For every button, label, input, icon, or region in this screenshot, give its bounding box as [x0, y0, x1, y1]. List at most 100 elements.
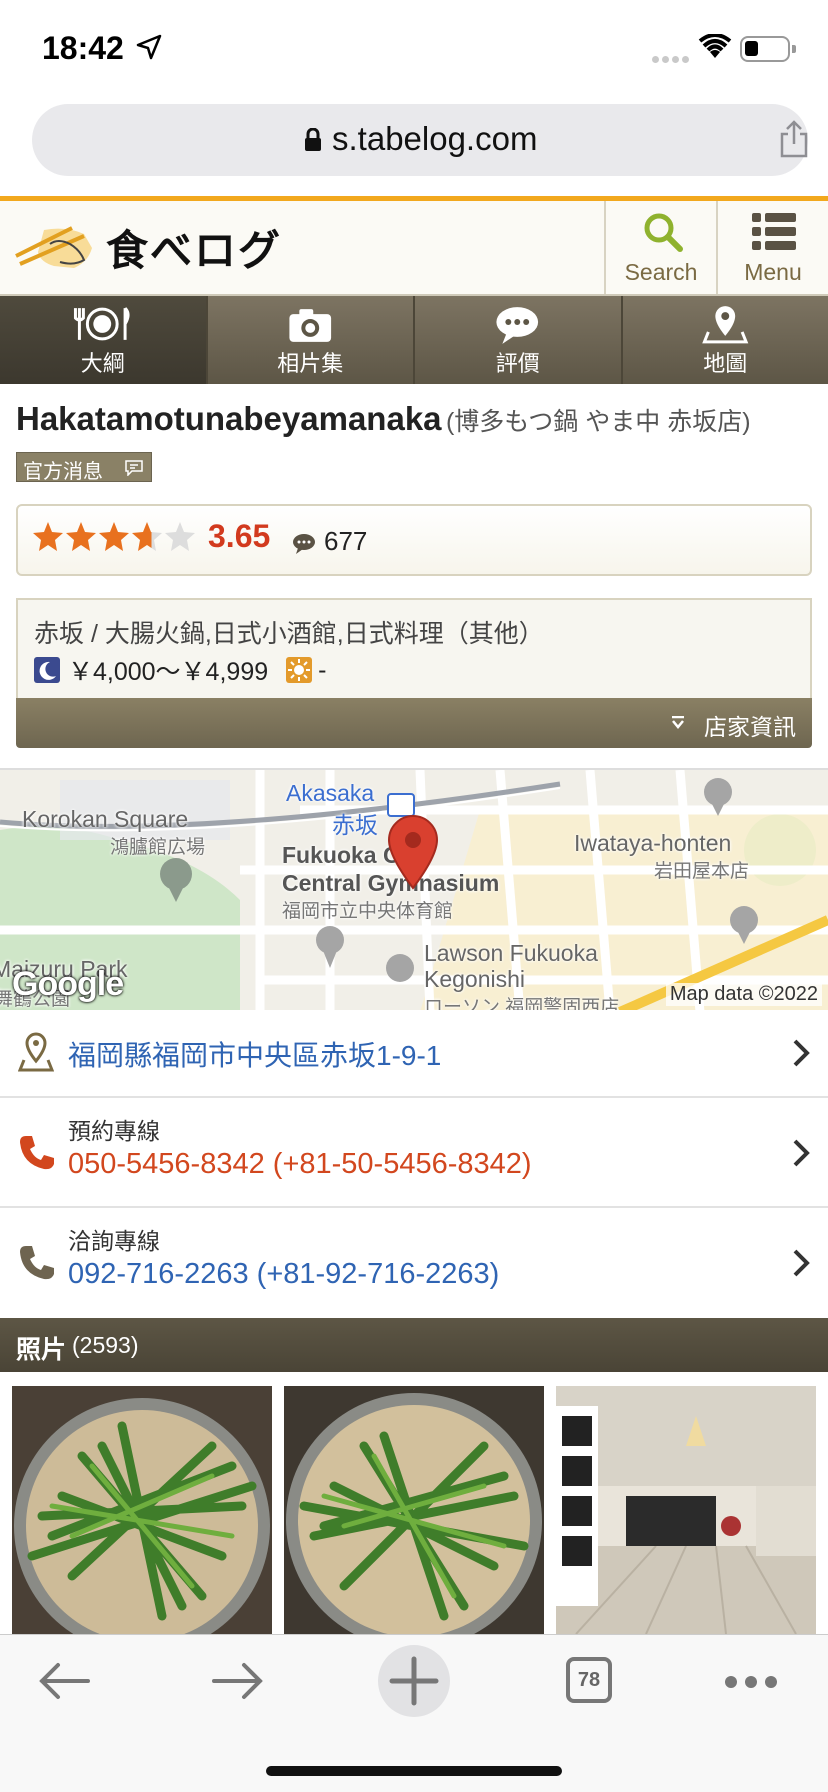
photo-strip — [0, 1372, 828, 1634]
map-label-lawson: Lawson Fukuoka — [424, 940, 598, 966]
review-count: 677 — [324, 526, 368, 556]
map-label-lawson-2: Kegonishi — [424, 966, 526, 992]
map-label-lawson-ja: ローソン 福岡警固西店 — [424, 997, 620, 1010]
reservation-number: 050-5456-8342 (+81-50-5456-8342) — [68, 1148, 532, 1180]
lock-icon — [304, 127, 322, 157]
phone-icon — [20, 1136, 54, 1170]
home-indicator — [266, 1766, 562, 1776]
battery-icon — [740, 36, 796, 62]
menu-list-icon — [752, 213, 796, 250]
budget-row: ￥4,000～￥4,999 - — [34, 652, 326, 688]
restaurant-map-marker-icon — [387, 814, 439, 890]
wifi-icon — [698, 33, 732, 65]
address-row[interactable]: 福岡縣福岡市中央區赤坂1-9-1 — [0, 1010, 828, 1098]
tab-map-label: 地圖 — [703, 351, 748, 376]
tabelog-logo[interactable]: 食べログ — [14, 217, 282, 278]
map-pin-icon — [18, 1032, 54, 1072]
restaurant-name-ja: (博多もつ鍋 やま中 赤坂店) — [445, 408, 751, 436]
map-attribution: Map data ©2022 — [665, 983, 822, 1006]
rating-stars — [33, 522, 195, 551]
rating-box[interactable]: 3.65 677 — [16, 504, 812, 576]
chopsticks-logo-icon — [15, 225, 92, 268]
dinner-budget: ￥4,000～￥4,999 — [68, 658, 269, 686]
phone-icon — [20, 1246, 54, 1280]
star-empty-icon — [165, 522, 195, 551]
restaurant-info-box: 赤坂 / 大腸火鍋,日式小酒館,日式料理（其他） ￥4,000～￥4,999 - — [16, 598, 812, 698]
map-label-akasaka: Akasaka — [286, 780, 375, 806]
chevron-right-icon — [793, 1249, 810, 1277]
map-label-korokan: Korokan Square — [22, 806, 189, 832]
lunch-budget: - — [318, 655, 327, 684]
search-icon — [644, 213, 683, 252]
location-map[interactable]: Akasaka 赤坂 Korokan Square 鴻臚館広場 Fukuoka … — [0, 768, 828, 1010]
camera-icon — [288, 309, 331, 342]
official-info-badge[interactable]: 官方消息 — [16, 452, 152, 483]
more-options-icon[interactable] — [724, 1675, 778, 1694]
back-arrow-icon[interactable] — [36, 1659, 92, 1708]
header-menu-button[interactable]: Menu — [716, 201, 828, 294]
area-genre: 赤坂 / 大腸火鍋,日式小酒館,日式料理（其他） — [34, 620, 544, 648]
photo-thumbnail[interactable] — [284, 1386, 544, 1634]
reservation-label: 預約專線 — [68, 1118, 160, 1144]
google-logo: Google — [12, 965, 124, 1003]
store-info-label: 店家資訊 — [704, 714, 796, 740]
star-icon — [33, 522, 63, 551]
star-icon — [66, 522, 96, 551]
address-bar[interactable]: s.tabelog.com — [32, 104, 808, 176]
store-info-toggle[interactable]: 店家資訊 — [16, 698, 812, 748]
address-text: 福岡縣福岡市中央區赤坂1-9-1 — [68, 1040, 442, 1071]
restaurant-name: Hakatamotunabeyamanaka — [16, 400, 442, 437]
header-search-button[interactable]: Search — [604, 201, 716, 294]
photos-title: 照片 — [16, 1336, 67, 1364]
review-bubble-icon — [293, 534, 315, 554]
lunch-sun-icon — [286, 657, 313, 683]
dinner-moon-icon — [34, 657, 60, 683]
inquiry-label: 洽詢專線 — [68, 1228, 160, 1254]
map-label-akasaka-ja: 赤坂 — [332, 812, 378, 838]
map-pin-icon — [701, 306, 748, 344]
map-label-gym-ja: 福岡市立中央体育館 — [282, 901, 454, 922]
status-time: 18:42 — [42, 30, 124, 66]
tab-map[interactable]: 地圖 — [622, 296, 828, 384]
menu-label: Menu — [744, 259, 802, 285]
tabs-count-button[interactable]: 78 — [566, 1657, 612, 1703]
status-bar: 18:42 — [0, 0, 828, 96]
official-info-label: 官方消息 — [23, 461, 103, 483]
share-icon[interactable] — [778, 120, 810, 163]
tab-photos[interactable]: 相片集 — [207, 296, 415, 384]
photo-thumbnail[interactable] — [556, 1386, 816, 1634]
map-label-iwataya-ja: 岩田屋本店 — [654, 861, 750, 882]
speech-bubble-icon — [496, 307, 539, 344]
search-label: Search — [624, 259, 698, 285]
photos-section-header[interactable]: 照片 (2593) — [0, 1318, 828, 1372]
inquiry-phone-row[interactable]: 洽詢專線 092-716-2263 (+81-92-716-2263) — [0, 1208, 828, 1318]
restaurant-nav-tabs: 大綱 相片集 評價 地圖 — [0, 296, 828, 384]
restaurant-title: Hakatamotunabeyamanaka (博多もつ鍋 やま中 赤坂店) — [16, 400, 816, 438]
inquiry-number: 092-716-2263 (+81-92-716-2263) — [68, 1258, 500, 1290]
logo-text: 食べログ — [106, 226, 283, 275]
tab-reviews[interactable]: 評價 — [415, 296, 623, 384]
chevron-right-icon — [793, 1139, 810, 1167]
tab-reviews-label: 評價 — [495, 351, 540, 376]
star-icon — [99, 522, 129, 551]
star-half-icon — [132, 522, 162, 551]
photos-count: (2593) — [72, 1332, 139, 1358]
url-text: s.tabelog.com — [332, 120, 538, 157]
photo-thumbnail[interactable] — [12, 1386, 272, 1634]
tab-photos-label: 相片集 — [277, 351, 344, 376]
cellular-signal-icon — [652, 50, 692, 68]
site-header: 食べログ Search Menu — [0, 196, 828, 296]
map-label-iwataya: Iwataya-honten — [574, 830, 732, 856]
map-label-korokan-ja: 鴻臚館広場 — [110, 837, 206, 858]
chevron-right-icon — [793, 1039, 810, 1067]
tab-overview-label: 大綱 — [80, 351, 125, 376]
dining-icon — [73, 307, 130, 341]
message-icon — [125, 460, 143, 476]
tab-overview[interactable]: 大綱 — [0, 296, 208, 384]
rating-score: 3.65 — [208, 518, 271, 554]
expand-arrow-icon — [672, 716, 684, 729]
reservation-phone-row[interactable]: 預約專線 050-5456-8342 (+81-50-5456-8342) — [0, 1098, 828, 1208]
forward-arrow-icon[interactable] — [210, 1659, 266, 1708]
location-arrow-icon — [136, 34, 162, 65]
new-tab-plus-icon[interactable] — [378, 1645, 450, 1717]
